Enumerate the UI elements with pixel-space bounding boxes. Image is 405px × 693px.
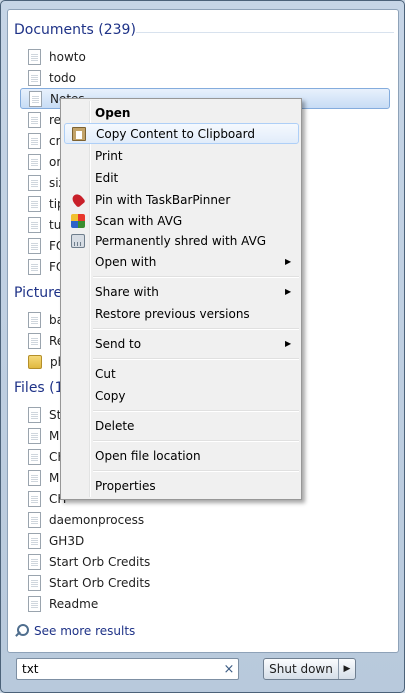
file-icon bbox=[28, 427, 41, 444]
menu-item-label: Open with bbox=[95, 254, 157, 269]
menu-item-label: Permanently shred with AVG bbox=[95, 233, 267, 248]
see-more-results-label: See more results bbox=[34, 624, 136, 638]
clear-search-icon[interactable]: × bbox=[220, 662, 238, 677]
list-item[interactable]: todo bbox=[20, 67, 390, 88]
list-item[interactable]: Start Orb Credits bbox=[20, 572, 390, 593]
text-file-icon bbox=[28, 237, 41, 254]
file-icon bbox=[28, 490, 41, 507]
menu-item-delete[interactable]: Delete bbox=[64, 415, 299, 436]
menu-item-copy-content-to-clipboard[interactable]: Copy Content to Clipboard bbox=[64, 123, 299, 144]
menu-item-pin-with-taskbarpinner[interactable]: Pin with TaskBarPinner bbox=[64, 189, 299, 210]
menu-item-open[interactable]: Open bbox=[64, 102, 299, 123]
menu-item-label: Send to bbox=[95, 336, 142, 351]
menu-item-label: Cut bbox=[95, 366, 116, 381]
file-icon bbox=[28, 595, 41, 612]
item-label: GH3D bbox=[49, 533, 85, 548]
menu-item-restore-previous-versions[interactable]: Restore previous versions bbox=[64, 303, 299, 324]
menu-item-label: Edit bbox=[95, 170, 119, 185]
menu-item-open-with[interactable]: Open with ▶ bbox=[64, 251, 299, 272]
menu-separator bbox=[93, 440, 299, 442]
menu-item-share-with[interactable]: Share with ▶ bbox=[64, 281, 299, 302]
shutdown-options-arrow-icon[interactable]: ▶ bbox=[339, 659, 355, 679]
list-item[interactable]: GH3D bbox=[20, 530, 390, 551]
item-label: howto bbox=[49, 49, 86, 64]
text-file-icon bbox=[28, 132, 41, 149]
menu-separator bbox=[93, 328, 299, 330]
shutdown-button[interactable]: Shut down bbox=[264, 659, 339, 679]
search-box[interactable]: × bbox=[16, 658, 239, 680]
menu-item-send-to[interactable]: Send to ▶ bbox=[64, 333, 299, 354]
clipboard-icon bbox=[72, 126, 86, 141]
item-label: Start Orb Credits bbox=[49, 554, 151, 569]
item-label: Readme bbox=[49, 596, 99, 611]
search-icon bbox=[14, 624, 29, 638]
section-divider bbox=[136, 32, 394, 33]
menu-item-label: Share with bbox=[95, 284, 159, 299]
menu-item-edit[interactable]: Edit bbox=[64, 167, 299, 188]
submenu-arrow-icon: ▶ bbox=[285, 257, 292, 266]
menu-item-label: Open file location bbox=[95, 448, 201, 463]
file-icon bbox=[28, 511, 41, 528]
menu-item-label: Copy bbox=[95, 388, 126, 403]
menu-item-print[interactable]: Print bbox=[64, 145, 299, 166]
menu-item-label: Delete bbox=[95, 418, 135, 433]
search-input[interactable] bbox=[22, 660, 220, 678]
menu-item-label: Properties bbox=[95, 478, 156, 493]
menu-item-label: Scan with AVG bbox=[95, 213, 183, 228]
menu-separator bbox=[93, 410, 299, 412]
menu-item-scan-with-avg[interactable]: Scan with AVG bbox=[64, 210, 299, 231]
list-item[interactable]: Readme bbox=[20, 593, 390, 614]
shutdown-control: Shut down ▶ bbox=[263, 658, 356, 680]
file-icon bbox=[28, 553, 41, 570]
menu-item-label: Pin with TaskBarPinner bbox=[95, 192, 231, 207]
context-menu: Open Copy Content to Clipboard Print Edi… bbox=[60, 98, 302, 500]
submenu-arrow-icon: ▶ bbox=[285, 287, 292, 296]
menu-item-permanently-shred-with-avg[interactable]: Permanently shred with AVG bbox=[64, 230, 299, 251]
text-file-icon bbox=[28, 216, 41, 233]
menu-item-properties[interactable]: Properties bbox=[64, 475, 299, 496]
shredder-icon bbox=[71, 233, 85, 248]
list-item[interactable]: daemonprocess bbox=[20, 509, 390, 530]
menu-item-cut[interactable]: Cut bbox=[64, 363, 299, 384]
image-file-icon bbox=[28, 332, 41, 349]
menu-item-label: Open bbox=[95, 105, 131, 120]
text-file-icon bbox=[29, 90, 42, 107]
menu-item-copy[interactable]: Copy bbox=[64, 385, 299, 406]
text-file-icon bbox=[28, 111, 41, 128]
folder-icon bbox=[28, 354, 42, 369]
menu-item-label: Print bbox=[95, 148, 123, 163]
image-file-icon bbox=[28, 311, 41, 328]
item-label: todo bbox=[49, 70, 77, 85]
list-item[interactable]: howto bbox=[20, 46, 390, 67]
item-label: Start Orb Credits bbox=[49, 575, 151, 590]
avg-icon bbox=[71, 213, 85, 228]
list-item[interactable]: Start Orb Credits bbox=[20, 551, 390, 572]
file-icon bbox=[28, 406, 41, 423]
menu-item-label: Restore previous versions bbox=[95, 306, 250, 321]
pin-icon bbox=[70, 191, 86, 208]
file-icon bbox=[28, 532, 41, 549]
submenu-arrow-icon: ▶ bbox=[285, 339, 292, 348]
text-file-icon bbox=[28, 69, 41, 86]
text-file-icon bbox=[28, 174, 41, 191]
menu-separator bbox=[93, 358, 299, 360]
text-file-icon bbox=[28, 195, 41, 212]
menu-separator bbox=[93, 470, 299, 472]
menu-separator bbox=[93, 276, 299, 278]
item-label: daemonprocess bbox=[49, 512, 145, 527]
section-header-files[interactable]: Files (1 bbox=[14, 380, 64, 396]
file-icon bbox=[28, 448, 41, 465]
section-header-documents[interactable]: Documents (239) bbox=[14, 22, 136, 38]
menu-item-label: Copy Content to Clipboard bbox=[96, 126, 255, 141]
text-file-icon bbox=[28, 153, 41, 170]
text-file-icon bbox=[28, 258, 41, 275]
file-icon bbox=[28, 574, 41, 591]
see-more-results-link[interactable]: See more results bbox=[14, 624, 135, 638]
text-file-icon bbox=[28, 48, 41, 65]
menu-item-open-file-location[interactable]: Open file location bbox=[64, 445, 299, 466]
file-icon bbox=[28, 469, 41, 486]
